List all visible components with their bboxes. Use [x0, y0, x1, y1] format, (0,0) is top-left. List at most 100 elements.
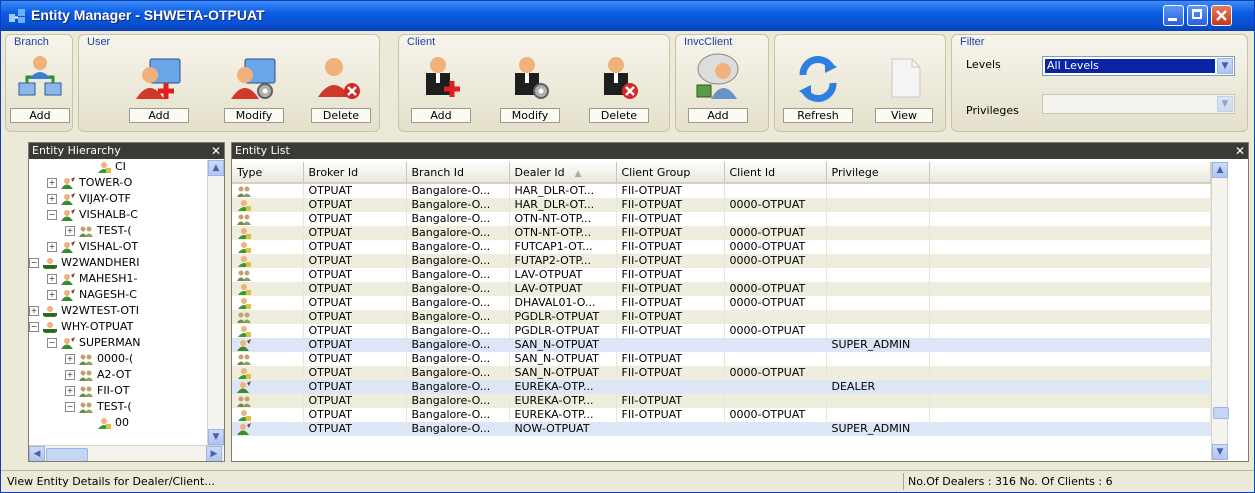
list-scroll-thumb[interactable]	[1213, 407, 1229, 419]
list-close-icon[interactable]: ✕	[1235, 143, 1245, 159]
levels-dropdown[interactable]: All Levels ▼	[1042, 56, 1235, 76]
expand-icon[interactable]: +	[65, 226, 75, 236]
maximize-button[interactable]	[1187, 5, 1208, 26]
branch-add-button[interactable]: Add	[10, 53, 70, 125]
table-row[interactable]: OTPUAT Bangalore-O... SAN_N-OTPUAT FII-OTPU…	[232, 366, 1211, 380]
expand-icon[interactable]: +	[65, 370, 75, 380]
table-row[interactable]: OTPUAT Bangalore-O... DHAVAL01-O... FII-OTP…	[232, 296, 1211, 310]
table-row[interactable]: OTPUAT Bangalore-O... PGDLR-OTPUAT FII-OTPU…	[232, 324, 1211, 338]
tree-item[interactable]: + FII-OT	[65, 383, 129, 398]
tree-scroll-up-icon[interactable]: ▲	[208, 160, 224, 176]
expand-icon[interactable]: +	[47, 290, 57, 300]
expand-icon[interactable]: +	[47, 274, 57, 284]
privileges-chevron-down-icon[interactable]: ▼	[1217, 96, 1233, 112]
client-delete-button[interactable]: Delete	[589, 53, 649, 125]
column-header-client-id[interactable]: Client Id	[724, 162, 827, 184]
tree-item[interactable]: + A2-OT	[65, 367, 131, 382]
table-row[interactable]: OTPUAT Bangalore-O... LAV-OTPUAT FII-OTPUAT	[232, 268, 1211, 282]
client-cell: 0000-OTPUAT	[724, 282, 827, 296]
tree-scroll-thumb[interactable]	[46, 448, 88, 461]
tree-item[interactable]: − SUPERMAN	[47, 335, 141, 350]
table-row[interactable]: OTPUAT Bangalore-O... EUREKA-OTP... FII-OTP…	[232, 408, 1211, 422]
minimize-button[interactable]	[1163, 5, 1184, 26]
tree-item[interactable]: + VISHAL-OT	[47, 239, 138, 254]
dealer-node-icon	[61, 193, 75, 205]
table-row[interactable]: OTPUAT Bangalore-O... PGDLR-OTPUAT FII-OTPU…	[232, 310, 1211, 324]
tree-scroll-right-icon[interactable]: ▶	[206, 446, 222, 461]
tree-item[interactable]: CI	[83, 162, 126, 174]
collapse-icon[interactable]: −	[65, 402, 75, 412]
client-cell: 0000-OTPUAT	[724, 324, 827, 338]
hierarchy-close-icon[interactable]: ✕	[211, 143, 221, 159]
tree-item[interactable]: + W2WTEST-OTI	[29, 303, 139, 318]
expand-icon[interactable]: +	[65, 354, 75, 364]
client-add-button[interactable]: Add	[411, 53, 471, 125]
dealer-cell: FUTAP2-OTP...	[509, 254, 617, 268]
view-button[interactable]: View	[875, 53, 933, 125]
tree-item[interactable]: +0000-(	[65, 351, 133, 366]
table-row[interactable]: OTPUAT Bangalore-O... EUREKA-OTP... FII-OTP…	[232, 394, 1211, 408]
expand-icon[interactable]: +	[47, 194, 57, 204]
table-row[interactable]: OTPUAT Bangalore-O... EUREKA-OTP... DEALER	[232, 380, 1211, 394]
list-vertical-scrollbar[interactable]: ▲ ▼	[1211, 162, 1229, 460]
tree-item[interactable]: + TOWER-O	[47, 175, 132, 190]
column-header-type[interactable]: Type	[232, 162, 304, 184]
tree-scroll-left-icon[interactable]: ◀	[29, 446, 45, 461]
table-body[interactable]: OTPUAT Bangalore-O... HAR_DLR-OT... FII-OTP…	[232, 183, 1211, 436]
collapse-icon[interactable]: −	[29, 322, 39, 332]
privileges-dropdown[interactable]: ▼	[1042, 94, 1235, 114]
table-row[interactable]: OTPUAT Bangalore-O... SAN_N-OTPUAT SUPER_AD…	[232, 338, 1211, 352]
chevron-down-icon[interactable]: ▼	[1217, 58, 1233, 74]
collapse-icon[interactable]: −	[29, 258, 39, 268]
collapse-icon[interactable]: −	[47, 338, 57, 348]
table-row[interactable]: OTPUAT Bangalore-O... FUTAP2-OTP... FII-OTP…	[232, 254, 1211, 268]
entity-tree[interactable]: CI + TOWER-O + VIJAY-OTF − VISHALB-C + TEST-(+ VI…	[29, 162, 209, 447]
list-scroll-up-icon[interactable]: ▲	[1212, 162, 1228, 178]
expand-icon[interactable]: +	[47, 178, 57, 188]
expand-icon[interactable]: +	[29, 306, 39, 316]
column-header-broker-id[interactable]: Broker Id	[303, 162, 407, 184]
table-row[interactable]: OTPUAT Bangalore-O... SAN_N-OTPUAT FII-OTPU…	[232, 352, 1211, 366]
table-row[interactable]: OTPUAT Bangalore-O... OTN-NT-OTP... FII-OTP…	[232, 226, 1211, 240]
table-row[interactable]: OTPUAT Bangalore-O... FUTCAP1-OT... FII-OTP…	[232, 240, 1211, 254]
user-add-button[interactable]: Add	[129, 53, 189, 125]
collapse-icon[interactable]: −	[47, 210, 57, 220]
tree-item[interactable]: + NAGESH-C	[47, 287, 137, 302]
column-header-dealer-id[interactable]: Dealer Id ▲	[509, 162, 617, 184]
client-type-icon	[238, 242, 251, 253]
user-delete-button[interactable]: Delete	[311, 53, 371, 125]
tree-vertical-scrollbar[interactable]: ▲ ▼	[207, 160, 224, 445]
invc-client-add-button[interactable]: Add	[688, 53, 748, 125]
title-bar[interactable]: Entity Manager - SHWETA-OTPUAT	[1, 1, 1254, 31]
refresh-button[interactable]: Refresh	[783, 53, 853, 125]
tree-item[interactable]: + VIJAY-OTF	[47, 191, 131, 206]
tree-item[interactable]: + MAHESH1-	[47, 271, 137, 286]
table-row[interactable]: OTPUAT Bangalore-O... OTN-NT-OTP... FII-OTP…	[232, 212, 1211, 226]
table-row[interactable]: OTPUAT Bangalore-O... LAV-OTPUAT FII-OTPUAT…	[232, 282, 1211, 296]
tree-item[interactable]: − TEST-(	[65, 399, 132, 414]
tree-item[interactable]: + TEST-(	[65, 223, 132, 238]
user-modify-button[interactable]: Modify	[224, 53, 284, 125]
expand-icon[interactable]: +	[65, 386, 75, 396]
column-header-branch-id[interactable]: Branch Id	[406, 162, 510, 184]
tree-item[interactable]: − W2WANDHERI	[29, 255, 139, 270]
column-header-privilege[interactable]: Privilege	[826, 162, 930, 184]
client-node-icon	[98, 418, 111, 429]
column-header-client-group[interactable]: Client Group	[616, 162, 725, 184]
expand-icon[interactable]: +	[47, 242, 57, 252]
client-modify-button[interactable]: Modify	[500, 53, 560, 125]
tree-horizontal-scrollbar[interactable]: ◀ ▶	[29, 445, 224, 461]
table-row[interactable]: OTPUAT Bangalore-O... HAR_DLR-OT... FII-OTP…	[232, 183, 1211, 198]
close-button[interactable]	[1211, 5, 1232, 26]
type-cell	[232, 240, 304, 254]
tree-item[interactable]: − WHY-OTPUAT	[29, 319, 133, 334]
group-type-icon	[237, 214, 251, 225]
entity-table[interactable]: Type Broker Id Branch Id Dealer Id ▲ Client G…	[232, 162, 1211, 436]
table-row[interactable]: OTPUAT Bangalore-O... NOW-OTPUAT SUPER_ADMI…	[232, 422, 1211, 436]
table-row[interactable]: OTPUAT Bangalore-O... HAR_DLR-OT... FII-OTP…	[232, 198, 1211, 212]
tree-item[interactable]: − VISHALB-C	[47, 207, 138, 222]
filler-cell	[929, 380, 1211, 394]
list-scroll-down-icon[interactable]: ▼	[1212, 444, 1228, 460]
tree-scroll-down-icon[interactable]: ▼	[208, 429, 224, 445]
tree-item[interactable]: 00	[83, 415, 129, 430]
